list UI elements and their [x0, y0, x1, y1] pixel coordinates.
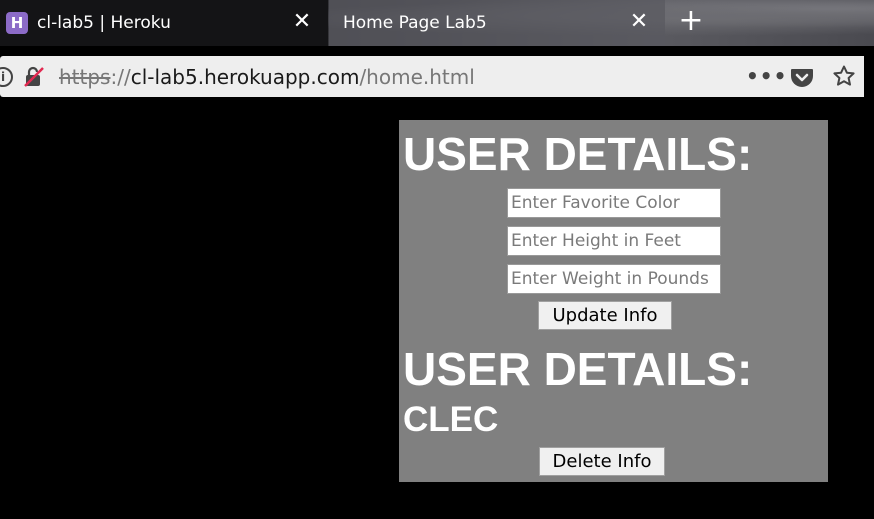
favorite-color-input[interactable]	[507, 188, 721, 218]
delete-info-button[interactable]: Delete Info	[539, 447, 665, 476]
address-bar[interactable]: i https://cl-lab5.herokuapp.com/home.htm…	[0, 56, 864, 97]
heroku-favicon-icon: H	[6, 12, 28, 34]
url-separator: ://	[110, 65, 131, 89]
page-heading: USER DETAILS:	[403, 128, 753, 180]
height-input[interactable]	[507, 226, 721, 256]
url-scheme: https	[59, 65, 111, 89]
pocket-icon[interactable]	[790, 66, 814, 88]
page-viewport: USER DETAILS: Update Info USER DETAILS: …	[0, 106, 874, 519]
url-path: /home.html	[359, 65, 475, 89]
bookmark-star-icon[interactable]	[832, 64, 856, 88]
weight-input[interactable]	[507, 264, 721, 294]
close-tab-icon[interactable]: ✕	[289, 9, 315, 35]
tab-title: cl-lab5 | Heroku	[37, 13, 171, 33]
user-details-heading: USER DETAILS:	[403, 343, 753, 395]
username-display: CLEC	[403, 400, 499, 439]
user-details-panel: USER DETAILS: Update Info USER DETAILS: …	[399, 120, 828, 482]
new-tab-button[interactable]: +	[676, 6, 706, 38]
tab-home-page[interactable]: Home Page Lab5 ✕	[329, 0, 665, 46]
url-text[interactable]: https://cl-lab5.herokuapp.com/home.html	[59, 65, 475, 89]
insecure-lock-icon[interactable]	[22, 65, 46, 89]
close-tab-icon[interactable]: ✕	[626, 9, 652, 35]
tab-title: Home Page Lab5	[343, 13, 487, 33]
site-info-icon[interactable]: i	[0, 67, 13, 87]
update-info-button[interactable]: Update Info	[538, 301, 672, 330]
tab-heroku[interactable]: H cl-lab5 | Heroku ✕	[0, 0, 328, 46]
page-actions-icon[interactable]: •••	[746, 64, 787, 88]
url-host: cl-lab5.herokuapp.com	[130, 65, 360, 89]
tab-strip: H cl-lab5 | Heroku ✕ Home Page Lab5 ✕ +	[0, 0, 874, 46]
